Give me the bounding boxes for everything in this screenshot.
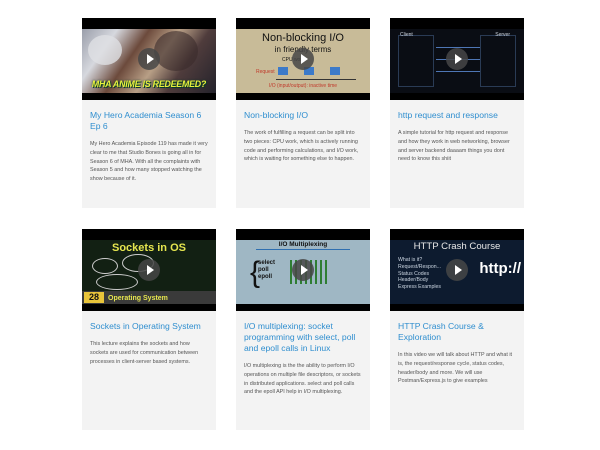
video-description: My Hero Academia Episode 119 has made it…: [90, 141, 208, 183]
video-title-link[interactable]: Non-blocking I/O: [244, 110, 362, 121]
play-icon[interactable]: [138, 259, 160, 281]
diagram-block: [278, 67, 288, 75]
diagram-panel: [480, 35, 516, 87]
thumbnail-heading: Non-blocking I/O: [262, 32, 344, 44]
video-title-link[interactable]: Sockets in Operating System: [90, 321, 208, 332]
video-thumbnail[interactable]: I/O Multiplexing { select poll epoll: [236, 229, 370, 311]
video-thumbnail[interactable]: Non-blocking I/O in friendly terms CPU w…: [236, 18, 370, 100]
video-title-link[interactable]: HTTP Crash Course & Exploration: [398, 321, 516, 343]
video-description: The work of fulfilling a request can be …: [244, 130, 359, 163]
thumbnail-client-label: Client: [400, 32, 413, 38]
diagram-line: [276, 79, 356, 80]
video-card[interactable]: Non-blocking I/O in friendly terms CPU w…: [236, 18, 370, 208]
thumbnail-bullet: Express Examples: [398, 284, 441, 291]
thumbnail-call-item: select: [258, 260, 276, 266]
thumbnail-bullet: Status Codes: [398, 270, 430, 277]
thumbnail-bullet: Request/Respon...: [398, 263, 441, 270]
video-title-link[interactable]: My Hero Academia Season 6 Ep 6: [90, 110, 208, 132]
thumbnail-call-item: poll: [258, 267, 269, 274]
thumbnail-heading: Sockets in OS: [112, 242, 186, 254]
video-card[interactable]: MHA ANIME IS REDEEMED? My Hero Academia …: [82, 18, 216, 208]
video-card[interactable]: Sockets in OS 28 Operating System Socket…: [82, 229, 216, 430]
play-icon[interactable]: [446, 48, 468, 70]
thumbnail-server-label: Server: [495, 32, 510, 38]
thumbnail-big-text: http://: [479, 260, 521, 277]
video-thumbnail[interactable]: Sockets in OS 28 Operating System: [82, 229, 216, 311]
artwork-shape: [88, 35, 122, 65]
artwork-shape: [154, 31, 198, 71]
diagram-bubble: [96, 274, 138, 290]
diagram-arrow: [436, 71, 480, 72]
diagram-panel: [398, 35, 434, 87]
thumbnail-bullet: What is it?: [398, 257, 423, 263]
video-thumbnail[interactable]: HTTP Crash Course What is it? Request/Re…: [390, 229, 524, 311]
video-card[interactable]: I/O Multiplexing { select poll epoll I/O…: [236, 229, 370, 430]
play-icon[interactable]: [292, 259, 314, 281]
thumbnail-io-label: I/O (input/output): inactive time: [268, 83, 338, 89]
video-title-link[interactable]: I/O multiplexing: socket programming wit…: [244, 321, 362, 354]
video-card[interactable]: HTTP Crash Course What is it? Request/Re…: [390, 229, 524, 430]
thumbnail-call-list: select poll epoll: [258, 260, 275, 282]
thumbnail-footer-text: Operating System: [108, 295, 168, 302]
divider: [256, 249, 350, 250]
thumbnail-heading: I/O Multiplexing: [278, 241, 328, 248]
thumbnail-bullet: Header/Body: [398, 277, 429, 284]
diagram-bubble: [92, 258, 118, 274]
thumbnail-overlay-text: MHA ANIME IS REDEEMED?: [91, 79, 207, 89]
thumbnail-heading: HTTP Crash Course: [413, 241, 501, 252]
thumbnail-request-label: Request: [256, 69, 275, 75]
thumbnail-call-item: epoll: [258, 274, 273, 281]
video-description: A simple tutorial for http request and r…: [398, 130, 510, 163]
video-thumbnail[interactable]: MHA ANIME IS REDEEMED?: [82, 18, 216, 100]
video-title-link[interactable]: http request and response: [398, 110, 516, 121]
play-icon[interactable]: [138, 48, 160, 70]
play-icon[interactable]: [446, 259, 468, 281]
video-description: In this video we will talk about HTTP an…: [398, 352, 513, 385]
video-description: This lecture explains the sockets and ho…: [90, 341, 199, 365]
video-card[interactable]: Client Server http request and response …: [390, 18, 524, 208]
play-icon[interactable]: [292, 48, 314, 70]
thumbnail-bullet-list: What is it? Request/Respon... Status Cod…: [398, 257, 441, 291]
video-description: I/O multiplexing is the the ability to p…: [244, 363, 361, 396]
diagram-block: [330, 67, 340, 75]
thumbnail-episode-number: 28: [84, 292, 104, 303]
video-thumbnail[interactable]: Client Server: [390, 18, 524, 100]
